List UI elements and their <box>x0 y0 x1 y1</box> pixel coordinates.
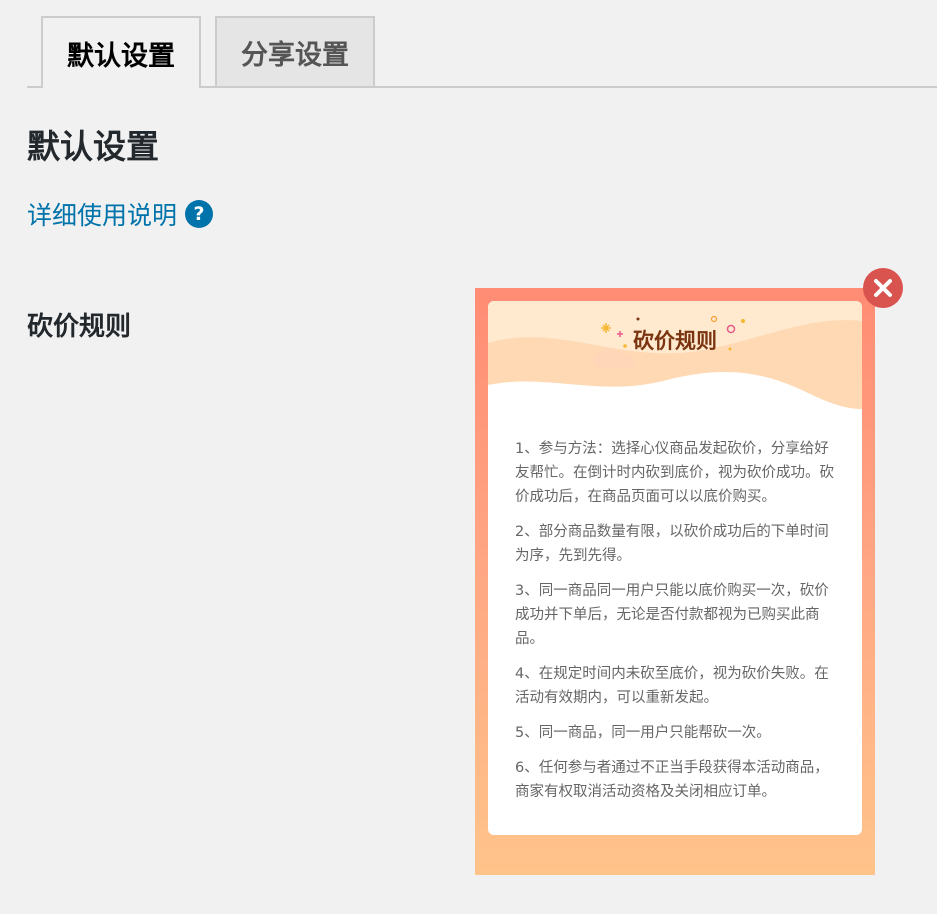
tab-default-settings[interactable]: 默认设置 <box>41 16 201 88</box>
settings-page: 默认设置 分享设置 默认设置 详细使用说明 ? 砍价规则 砍价规则 1、参与方法… <box>0 0 937 914</box>
page-title: 默认设置 <box>27 127 159 166</box>
question-circle-icon: ? <box>185 200 214 228</box>
card-header-wave <box>488 301 862 421</box>
rule-item: 5、同一商品，同一用户只能帮砍一次。 <box>515 725 771 741</box>
rules-list: 1、参与方法：选择心仪商品发起砍价，分享给好友帮忙。在倒计时内砍到底价，视为砍价… <box>515 437 840 815</box>
tab-share-settings[interactable]: 分享设置 <box>215 16 375 86</box>
rule-item: 6、任何参与者通过不正当手段获得本活动商品，商家有权取消活动资格及关闭相应订单。 <box>515 760 829 800</box>
rule-item: 2、部分商品数量有限，以砍价成功后的下单时间为序，先到先得。 <box>515 524 829 564</box>
rules-card: 砍价规则 1、参与方法：选择心仪商品发起砍价，分享给好友帮忙。在倒计时内砍到底价… <box>488 301 862 835</box>
close-icon <box>874 279 892 297</box>
rules-preview-image: 砍价规则 1、参与方法：选择心仪商品发起砍价，分享给好友帮忙。在倒计时内砍到底价… <box>475 288 875 875</box>
rule-item: 3、同一商品同一用户只能以底价购买一次，砍价成功并下单后，无论是否付款都视为已购… <box>515 583 829 647</box>
bargain-rules-label: 砍价规则 <box>27 312 132 342</box>
tab-bar: 默认设置 分享设置 <box>27 16 937 88</box>
help-link-label: 详细使用说明 <box>27 201 178 230</box>
rule-item: 1、参与方法：选择心仪商品发起砍价，分享给好友帮忙。在倒计时内砍到底价，视为砍价… <box>515 441 834 505</box>
card-title: 砍价规则 <box>633 329 717 353</box>
close-button[interactable] <box>863 268 903 308</box>
help-link[interactable]: 详细使用说明 ? <box>27 196 214 232</box>
rule-item: 4、在规定时间内未砍至底价，视为砍价失败。在活动有效期内，可以重新发起。 <box>515 666 829 706</box>
